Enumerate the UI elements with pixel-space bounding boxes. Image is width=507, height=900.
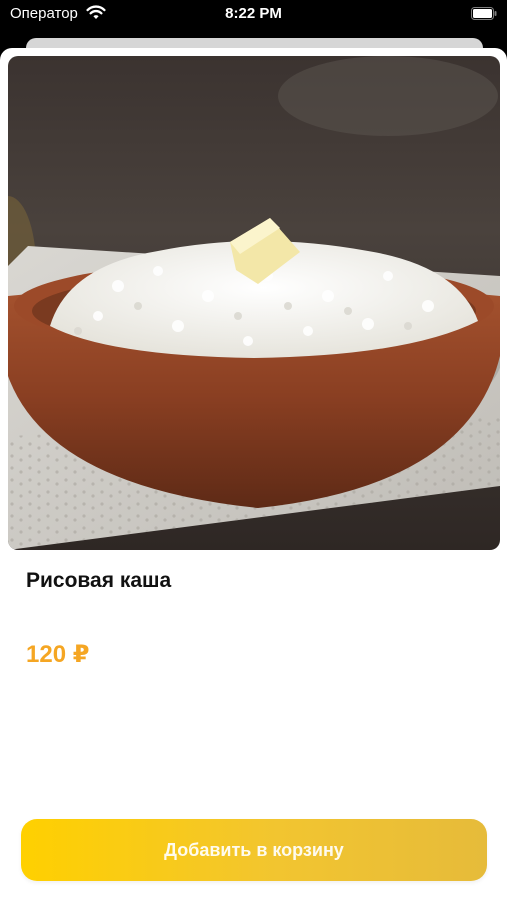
product-price: 120 ₽ — [26, 641, 90, 668]
clock-time: 8:22 PM — [225, 5, 282, 22]
battery-icon — [471, 7, 497, 20]
product-photo — [8, 56, 500, 550]
status-bar: Оператор 8:22 PM — [0, 0, 507, 30]
product-sheet: Рисовая каша 120 ₽ Добавить в корзину — [0, 48, 507, 900]
product-title: Рисовая каша — [26, 569, 172, 592]
add-to-cart-button[interactable]: Добавить в корзину — [21, 819, 487, 881]
